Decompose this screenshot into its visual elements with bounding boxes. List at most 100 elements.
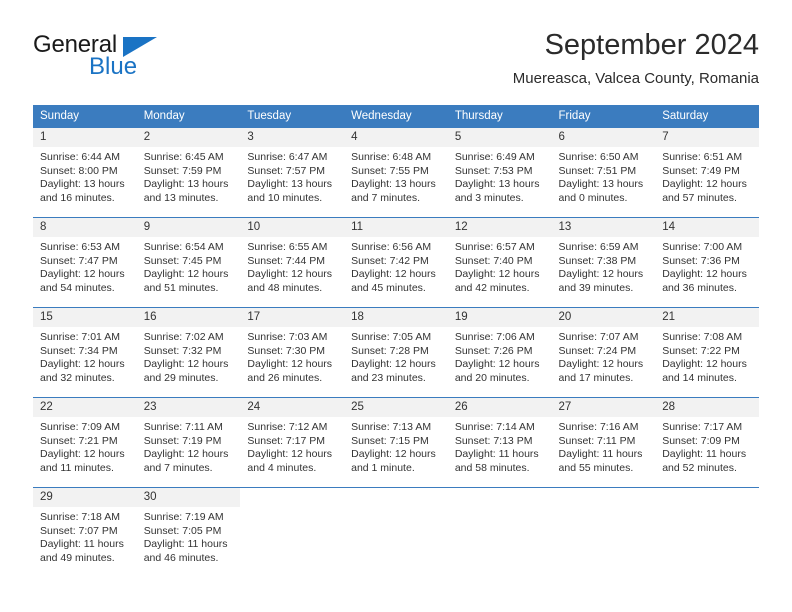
weekday-header-tuesday: Tuesday	[240, 105, 345, 128]
daylight-text-line1: Daylight: 12 hours	[143, 448, 229, 461]
day-sun-info: Sunrise: 6:54 AM Sunset: 7:45 PM Daylight:…	[137, 237, 241, 295]
sunset-text: Sunset: 7:53 PM	[454, 164, 533, 177]
daylight-text-line2: and 51 minutes.	[143, 281, 219, 294]
sunrise-text: Sunrise: 7:13 AM	[351, 421, 432, 433]
calendar-day-cell[interactable]: 13 Sunrise: 6:59 AM Sunset: 7:38 PM Dayligh…	[551, 217, 656, 308]
sunset-text: Sunset: 7:15 PM	[351, 434, 429, 447]
day-sun-info: Sunrise: 7:07 AM Sunset: 7:24 PM Daylight:…	[552, 327, 656, 385]
calendar-day-cell[interactable]: 27 Sunrise: 7:16 AM Sunset: 7:11 PM Dayligh…	[551, 397, 656, 488]
daylight-text-line2: and 57 minutes.	[662, 191, 737, 204]
day-cell-content: 29 Sunrise: 7:18 AM Sunset: 7:07 PM Dayligh…	[33, 488, 137, 577]
weekday-header-saturday: Saturday	[655, 105, 759, 128]
day-number: 16	[136, 308, 241, 327]
calendar-day-cell[interactable]: 6 Sunrise: 6:50 AM Sunset: 7:51 PM Daylight…	[551, 127, 656, 218]
calendar-day-cell[interactable]: 2 Sunrise: 6:45 AM Sunset: 7:59 PM Daylight…	[136, 127, 241, 218]
calendar-day-cell[interactable]: 28 Sunrise: 7:17 AM Sunset: 7:09 PM Dayligh…	[655, 397, 759, 488]
day-sun-info: Sunrise: 6:47 AM Sunset: 7:57 PM Daylight:…	[240, 147, 344, 205]
day-cell-content: 11 Sunrise: 6:56 AM Sunset: 7:42 PM Dayligh…	[344, 218, 448, 307]
daylight-text-line2: and 7 minutes.	[143, 461, 213, 474]
day-number: 9	[136, 218, 241, 237]
calendar-day-cell[interactable]: 15 Sunrise: 7:01 AM Sunset: 7:34 PM Dayligh…	[33, 307, 137, 398]
sunrise-text: Sunrise: 6:49 AM	[454, 151, 535, 163]
day-number: 1	[33, 128, 137, 147]
day-number: 21	[655, 308, 759, 327]
daylight-text-line1: Daylight: 12 hours	[351, 448, 436, 461]
day-number: 14	[655, 218, 759, 237]
calendar-day-cell-empty	[551, 487, 656, 577]
calendar-day-cell[interactable]: 3 Sunrise: 6:47 AM Sunset: 7:57 PM Daylight…	[240, 127, 345, 218]
calendar-day-cell-empty	[655, 487, 759, 577]
calendar-day-cell[interactable]: 25 Sunrise: 7:13 AM Sunset: 7:15 PM Dayligh…	[344, 397, 448, 488]
sunrise-text: Sunrise: 7:05 AM	[351, 331, 432, 343]
page-header: General Blue September 2024 Muereasca, V…	[33, 28, 759, 98]
daylight-text-line1: Daylight: 12 hours	[454, 358, 540, 371]
day-sun-info: Sunrise: 6:44 AM Sunset: 8:00 PM Daylight:…	[33, 147, 137, 205]
calendar-day-cell-empty	[344, 487, 448, 577]
sunset-text: Sunset: 7:44 PM	[247, 254, 326, 267]
calendar-day-cell[interactable]: 20 Sunrise: 7:07 AM Sunset: 7:24 PM Dayligh…	[551, 307, 656, 398]
day-number: 17	[240, 308, 345, 327]
day-number: 28	[655, 398, 759, 417]
sunset-text: Sunset: 7:38 PM	[558, 254, 637, 267]
day-sun-info: Sunrise: 7:00 AM Sunset: 7:36 PM Daylight:…	[655, 237, 759, 295]
daylight-text-line1: Daylight: 13 hours	[351, 178, 436, 191]
calendar-day-cell[interactable]: 22 Sunrise: 7:09 AM Sunset: 7:21 PM Dayligh…	[33, 397, 137, 488]
day-cell-content: 22 Sunrise: 7:09 AM Sunset: 7:21 PM Dayligh…	[33, 398, 137, 487]
daylight-text-line1: Daylight: 12 hours	[662, 358, 747, 371]
sunrise-text: Sunrise: 7:00 AM	[662, 241, 743, 253]
daylight-text-line1: Daylight: 11 hours	[558, 448, 643, 461]
calendar-week-row: 29 Sunrise: 7:18 AM Sunset: 7:07 PM Dayligh…	[33, 487, 759, 577]
calendar-day-cell[interactable]: 4 Sunrise: 6:48 AM Sunset: 7:55 PM Daylight…	[344, 127, 448, 218]
calendar-day-cell[interactable]: 8 Sunrise: 6:53 AM Sunset: 7:47 PM Daylight…	[33, 217, 137, 308]
sunset-text: Sunset: 7:45 PM	[143, 254, 222, 267]
calendar-day-cell[interactable]: 1 Sunrise: 6:44 AM Sunset: 8:00 PM Daylight…	[33, 127, 137, 218]
sunset-text: Sunset: 7:40 PM	[454, 254, 533, 267]
calendar-day-cell[interactable]: 29 Sunrise: 7:18 AM Sunset: 7:07 PM Dayligh…	[33, 487, 137, 577]
day-cell-content: 20 Sunrise: 7:07 AM Sunset: 7:24 PM Dayligh…	[551, 308, 656, 397]
day-number: 5	[447, 128, 552, 147]
calendar-day-cell[interactable]: 18 Sunrise: 7:05 AM Sunset: 7:28 PM Dayligh…	[344, 307, 448, 398]
calendar-day-cell[interactable]: 12 Sunrise: 6:57 AM Sunset: 7:40 PM Dayligh…	[447, 217, 552, 308]
calendar-day-cell[interactable]: 10 Sunrise: 6:55 AM Sunset: 7:44 PM Dayligh…	[240, 217, 345, 308]
sunrise-text: Sunrise: 7:09 AM	[40, 421, 120, 433]
day-number: 7	[655, 128, 759, 147]
sunset-text: Sunset: 7:28 PM	[351, 344, 429, 357]
daylight-text-line1: Daylight: 13 hours	[143, 178, 229, 191]
calendar-day-cell[interactable]: 11 Sunrise: 6:56 AM Sunset: 7:42 PM Dayligh…	[344, 217, 448, 308]
calendar-day-cell[interactable]: 23 Sunrise: 7:11 AM Sunset: 7:19 PM Dayligh…	[136, 397, 241, 488]
calendar-day-cell[interactable]: 7 Sunrise: 6:51 AM Sunset: 7:49 PM Daylight…	[655, 127, 759, 218]
calendar-day-cell[interactable]: 5 Sunrise: 6:49 AM Sunset: 7:53 PM Daylight…	[447, 127, 552, 218]
sunrise-text: Sunrise: 7:19 AM	[143, 511, 224, 523]
day-cell-content: 8 Sunrise: 6:53 AM Sunset: 7:47 PM Daylight…	[33, 218, 137, 307]
day-sun-info: Sunrise: 6:55 AM Sunset: 7:44 PM Daylight:…	[240, 237, 344, 295]
calendar-day-cell[interactable]: 17 Sunrise: 7:03 AM Sunset: 7:30 PM Dayligh…	[240, 307, 345, 398]
calendar-day-cell[interactable]: 9 Sunrise: 6:54 AM Sunset: 7:45 PM Daylight…	[136, 217, 241, 308]
day-cell-content: 13 Sunrise: 6:59 AM Sunset: 7:38 PM Dayligh…	[551, 218, 656, 307]
sunset-text: Sunset: 7:55 PM	[351, 164, 429, 177]
weekday-header-thursday: Thursday	[447, 105, 552, 128]
day-sun-info: Sunrise: 6:45 AM Sunset: 7:59 PM Daylight:…	[137, 147, 241, 205]
day-sun-info: Sunrise: 7:12 AM Sunset: 7:17 PM Daylight:…	[240, 417, 344, 475]
sunrise-text: Sunrise: 6:51 AM	[662, 151, 743, 163]
sunset-text: Sunset: 7:49 PM	[662, 164, 740, 177]
day-number: 8	[33, 218, 137, 237]
calendar-day-cell[interactable]: 24 Sunrise: 7:12 AM Sunset: 7:17 PM Dayligh…	[240, 397, 345, 488]
sunrise-text: Sunrise: 6:57 AM	[454, 241, 535, 253]
sunset-text: Sunset: 7:22 PM	[662, 344, 740, 357]
day-cell-content: 1 Sunrise: 6:44 AM Sunset: 8:00 PM Daylight…	[33, 128, 137, 217]
calendar-day-cell[interactable]: 21 Sunrise: 7:08 AM Sunset: 7:22 PM Dayligh…	[655, 307, 759, 398]
calendar-day-cell[interactable]: 19 Sunrise: 7:06 AM Sunset: 7:26 PM Dayligh…	[447, 307, 552, 398]
daylight-text-line2: and 13 minutes.	[143, 191, 219, 204]
day-number: 20	[551, 308, 656, 327]
calendar-day-cell[interactable]: 26 Sunrise: 7:14 AM Sunset: 7:13 PM Dayligh…	[447, 397, 552, 488]
day-cell-content: 2 Sunrise: 6:45 AM Sunset: 7:59 PM Daylight…	[136, 128, 241, 217]
calendar-day-cell[interactable]: 16 Sunrise: 7:02 AM Sunset: 7:32 PM Dayligh…	[136, 307, 241, 398]
calendar-day-cell[interactable]: 30 Sunrise: 7:19 AM Sunset: 7:05 PM Dayligh…	[136, 487, 241, 577]
day-cell-content: 19 Sunrise: 7:06 AM Sunset: 7:26 PM Dayligh…	[447, 308, 552, 397]
weekday-header-wednesday: Wednesday	[344, 105, 448, 128]
calendar-day-cell[interactable]: 14 Sunrise: 7:00 AM Sunset: 7:36 PM Dayligh…	[655, 217, 759, 308]
sunset-text: Sunset: 7:21 PM	[40, 434, 118, 447]
day-number: 13	[551, 218, 656, 237]
day-cell-content: 17 Sunrise: 7:03 AM Sunset: 7:30 PM Dayligh…	[240, 308, 345, 397]
sunset-text: Sunset: 7:47 PM	[40, 254, 118, 267]
